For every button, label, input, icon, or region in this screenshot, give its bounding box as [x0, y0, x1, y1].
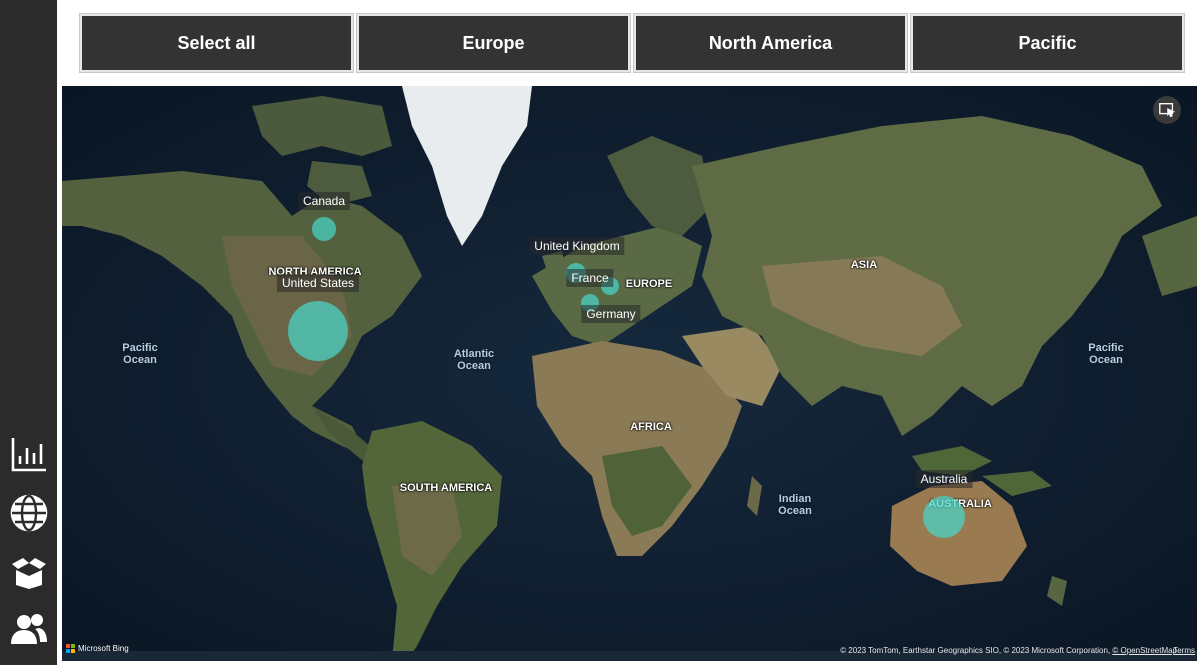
map-attribution-text: © 2023 TomTom, Earthstar Geographics SIO… [840, 646, 1111, 655]
nav-rail [0, 0, 57, 665]
bubble-canada[interactable] [312, 217, 336, 241]
microsoft-logo-icon [66, 644, 75, 653]
region-label-europe: EUROPE [625, 278, 673, 290]
region-slicer: Select all Europe North America Pacific [79, 12, 1185, 74]
bubble-label-united-states: United States [276, 274, 360, 292]
slicer-pacific-button[interactable]: Pacific [910, 13, 1185, 73]
slicer-select-all-button[interactable]: Select all [79, 13, 354, 73]
users-icon[interactable] [8, 609, 50, 651]
bubble-label-canada: Canada [297, 192, 351, 210]
ocean-label-pacific-east: Pacific Ocean [1088, 342, 1124, 366]
ocean-label-indian: Indian Ocean [778, 493, 812, 517]
region-label-south-america: SOUTH AMERICA [399, 482, 493, 494]
region-label-africa: AFRICA [630, 421, 672, 433]
slicer-europe-button[interactable]: Europe [356, 13, 631, 73]
world-map[interactable]: Pacific Ocean Pacific Ocean Atlantic Ocean … [62, 86, 1197, 661]
focus-mode-button[interactable] [1153, 96, 1181, 124]
map-attribution: © 2023 TomTom, Earthstar Geographics SIO… [840, 646, 1177, 655]
ocean-label-atlantic: Atlantic Ocean [453, 348, 495, 372]
region-label-asia: ASIA [850, 259, 878, 271]
slicer-north-america-button[interactable]: North America [633, 13, 908, 73]
bubble-label-united-kingdom: United Kingdom [529, 237, 625, 255]
focus-mode-icon [1159, 103, 1176, 118]
bubble-label-france: France [566, 269, 614, 287]
bubble-australia[interactable] [923, 496, 965, 538]
map-provider: Microsoft Bing [78, 644, 129, 653]
bing-logo: Microsoft Bing [66, 644, 129, 653]
openstreetmap-link[interactable]: © OpenStreetMap [1112, 646, 1177, 655]
globe-icon[interactable] [8, 492, 50, 534]
ocean-label-pacific-west: Pacific Ocean [122, 342, 158, 366]
bar-chart-icon[interactable] [8, 433, 50, 475]
bubble-united-states[interactable] [288, 301, 348, 361]
bubble-label-germany: Germany [581, 305, 641, 323]
box-icon[interactable] [8, 551, 50, 593]
terms-link[interactable]: Terms [1173, 646, 1195, 655]
bubble-label-australia: Australia [915, 470, 973, 488]
map-basemap [62, 86, 1197, 661]
